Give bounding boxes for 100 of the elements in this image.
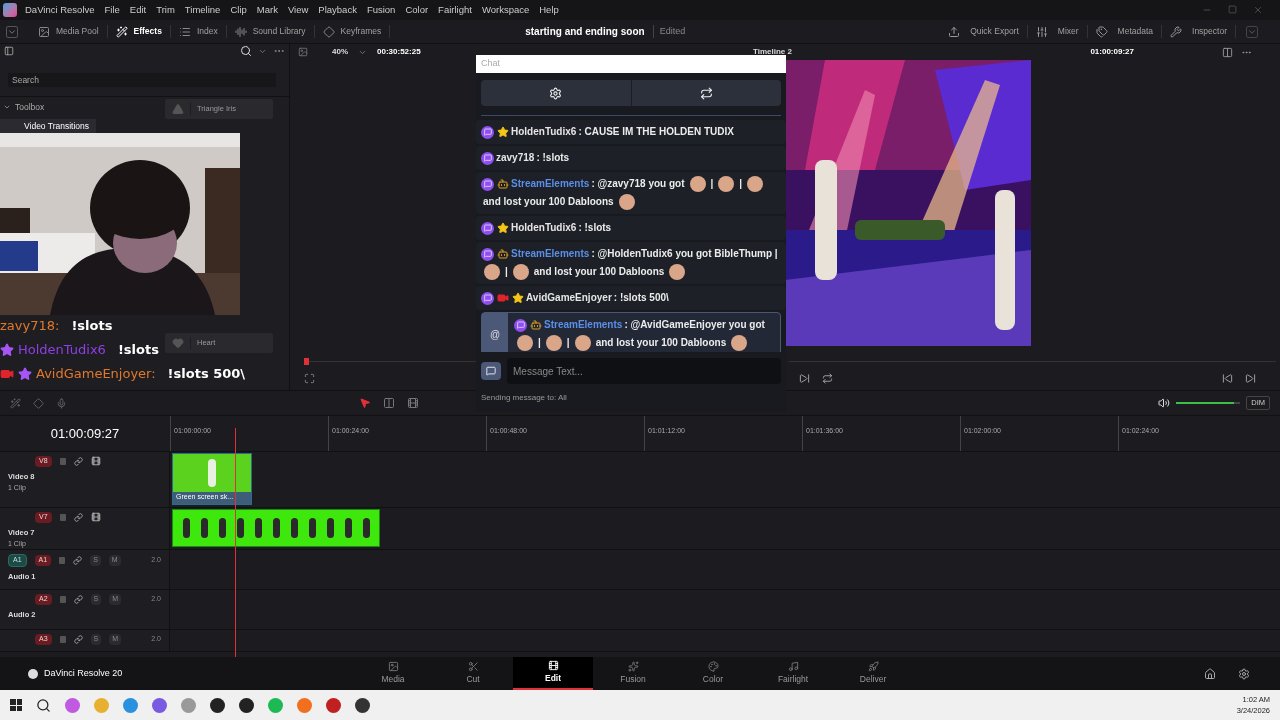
page-tab[interactable]: Color [673, 657, 753, 690]
close-icon[interactable] [1253, 5, 1263, 15]
menu-item[interactable]: Playback [318, 2, 357, 18]
export-icon [948, 25, 961, 38]
menu-item[interactable]: Mark [256, 2, 278, 18]
wand-icon[interactable] [10, 397, 21, 409]
layout-icon[interactable] [1222, 46, 1233, 58]
toolbar-button[interactable]: Quick Export [940, 25, 1028, 38]
link-icon[interactable] [73, 634, 83, 644]
chat-text: : !slots [578, 221, 612, 235]
page-tab[interactable]: Cut [433, 657, 513, 690]
page-tab[interactable]: Media [353, 657, 433, 690]
app-icon[interactable] [355, 697, 370, 713]
skip-icon[interactable] [1245, 372, 1256, 384]
loop-icon[interactable] [822, 372, 833, 384]
panel-icon[interactable] [4, 46, 14, 56]
link-icon[interactable] [73, 456, 83, 466]
robot-icon [497, 178, 509, 191]
menu-item[interactable]: Edit [129, 2, 147, 18]
menu-item[interactable]: Fairlight [438, 2, 472, 18]
emote-icon [669, 264, 686, 281]
twitch-icon [481, 125, 494, 139]
menu-item[interactable]: Fusion [366, 2, 396, 18]
toolbar-button[interactable]: Mixer [1027, 25, 1088, 38]
app-version: DaVinci Resolve 20 [44, 666, 123, 680]
toolbar-tab[interactable]: Sound Library [226, 25, 315, 38]
toolbar-tab[interactable]: Effects [107, 25, 171, 38]
app-logo-icon [3, 3, 17, 17]
lock-icon[interactable] [59, 556, 66, 564]
film-icon[interactable] [90, 512, 101, 523]
star-icon [0, 343, 14, 357]
twitch-icon [481, 177, 494, 191]
message-field[interactable]: Message Text... [507, 358, 781, 384]
menu-item[interactable]: File [104, 2, 120, 18]
diamond-icon[interactable] [33, 397, 44, 409]
video-clip[interactable] [172, 509, 380, 547]
chat-username: zavy718: [0, 317, 60, 336]
star-icon [512, 292, 524, 305]
previous-icon[interactable] [1222, 372, 1233, 384]
timeline-name[interactable]: Timeline 2 [753, 46, 792, 58]
chat-text: !slots 500\ [167, 365, 246, 384]
menu-item[interactable]: Workspace [481, 2, 530, 18]
film-icon[interactable] [90, 456, 101, 467]
page-tab[interactable]: Fairlight [753, 657, 833, 690]
project-title: starting and ending soon [525, 25, 645, 39]
volume-icon[interactable] [1158, 397, 1171, 409]
toolbar-tab[interactable]: Media Pool [30, 25, 108, 38]
menu-item[interactable]: Color [405, 2, 429, 18]
next-icon[interactable] [799, 372, 810, 384]
list-icon [178, 25, 191, 38]
chat-text: : @HoldenTudix6 you got BibleThump | [591, 247, 778, 261]
page-tab[interactable]: Deliver [833, 657, 913, 690]
link-icon[interactable] [73, 512, 83, 522]
toolbar-tab[interactable]: Index [170, 25, 227, 38]
page-tab[interactable]: Edit [513, 657, 593, 690]
heart-icon [171, 337, 184, 349]
search-icon[interactable] [36, 697, 51, 713]
pointer-icon[interactable] [359, 397, 371, 409]
search-field[interactable]: Search [8, 73, 276, 87]
lock-icon[interactable] [59, 457, 66, 465]
home-icon[interactable] [1204, 667, 1216, 680]
windows-icon[interactable] [10, 699, 22, 711]
tree-item[interactable]: Video Transitions [0, 118, 96, 134]
menu-item[interactable]: View [287, 2, 309, 18]
link-icon[interactable] [73, 594, 83, 604]
mic-icon[interactable] [56, 397, 67, 409]
emote-icon [747, 176, 764, 193]
lock-icon[interactable] [59, 595, 66, 603]
image-icon[interactable] [298, 47, 308, 57]
star-icon [497, 222, 509, 235]
blade-icon[interactable] [407, 397, 419, 409]
twitch-icon [481, 151, 494, 165]
zoom-level[interactable]: 40% [332, 46, 348, 58]
menu-item[interactable]: Timeline [184, 2, 221, 18]
page-tab[interactable]: Fusion [593, 657, 673, 690]
app-icon[interactable] [239, 697, 254, 713]
lock-icon[interactable] [59, 635, 66, 643]
toolbar-button[interactable]: Metadata [1087, 25, 1163, 38]
menu-item[interactable]: Help [539, 2, 559, 18]
settings-icon[interactable] [1238, 667, 1250, 680]
menu-item[interactable]: Trim [156, 2, 175, 18]
frame-icon[interactable] [304, 372, 315, 384]
link-icon[interactable] [73, 555, 83, 565]
toolbar-tab[interactable]: Keyframes [314, 25, 391, 38]
star-icon [18, 367, 32, 381]
search-icon[interactable] [240, 45, 252, 57]
figure-thumbnail-icon [200, 518, 208, 538]
chat-text: | [538, 336, 541, 350]
app-icon[interactable] [210, 697, 225, 713]
lock-icon[interactable] [59, 513, 66, 521]
tree-item[interactable]: Toolbox [0, 101, 96, 114]
playhead-icon[interactable] [304, 357, 309, 365]
toolbar-button[interactable]: Inspector [1162, 25, 1236, 38]
chat-username: AvidGameEnjoyer [526, 291, 612, 305]
project-status: Edited [652, 24, 686, 39]
twitch-icon [481, 291, 494, 305]
workspace-icon[interactable] [6, 25, 18, 38]
menu-item[interactable]: Clip [230, 2, 247, 18]
trim-icon[interactable] [383, 397, 395, 409]
diamond-icon [322, 25, 335, 38]
